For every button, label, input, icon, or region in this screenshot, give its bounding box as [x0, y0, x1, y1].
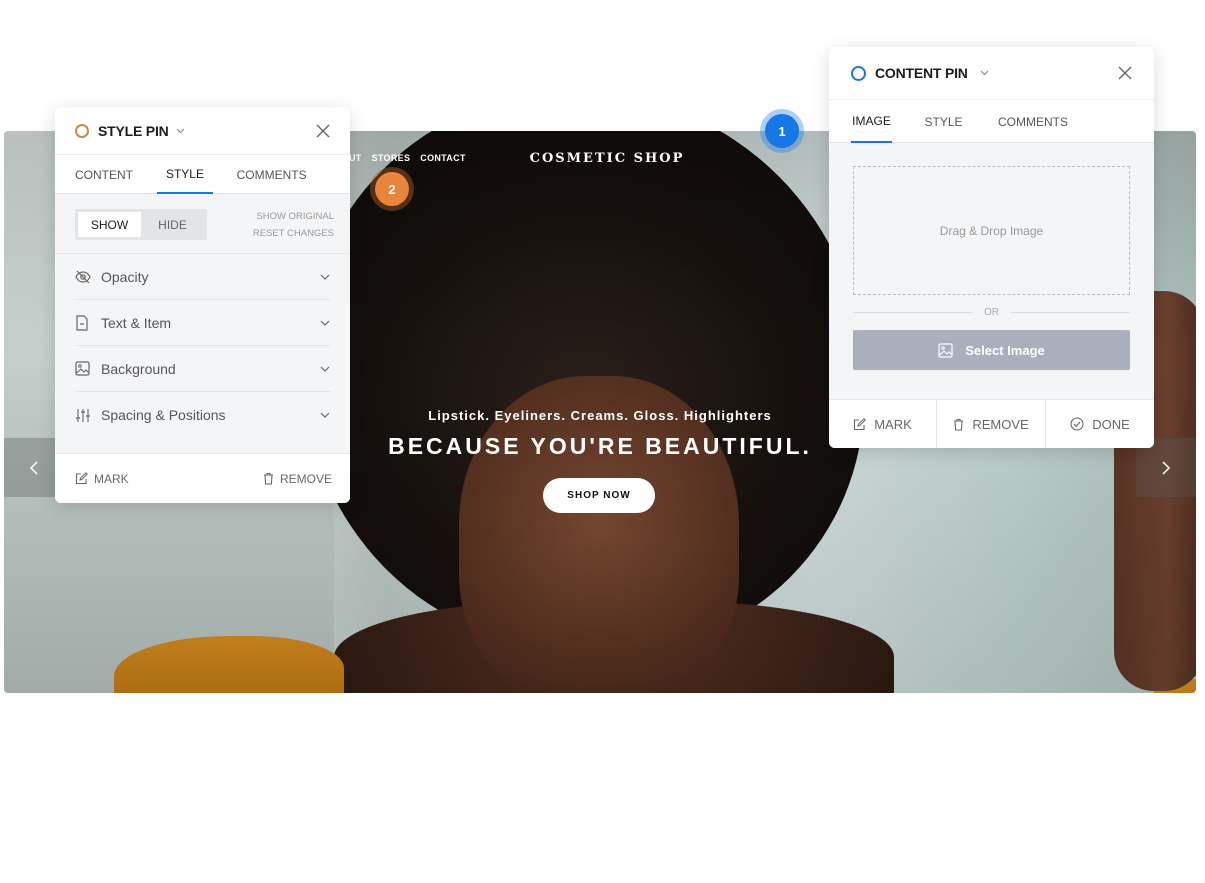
chevron-down-icon [320, 274, 330, 280]
trash-icon [954, 418, 964, 431]
image-icon [938, 342, 953, 358]
mark-button[interactable]: MARK [75, 472, 129, 486]
style-pin-footer: MARK REMOVE [55, 453, 350, 503]
style-pin-panel: STYLE PIN CONTENT STYLE COMMENTS SHOW HI… [55, 107, 350, 503]
chevron-down-icon [320, 366, 330, 372]
sliders-icon [75, 408, 93, 423]
show-original-link[interactable]: SHOW ORIGINAL [253, 208, 334, 225]
tab-image[interactable]: IMAGE [851, 100, 892, 143]
done-button[interactable]: DONE [1046, 400, 1154, 449]
content-pin-tabs: IMAGE STYLE COMMENTS [829, 100, 1154, 143]
show-option[interactable]: SHOW [78, 212, 141, 237]
style-pin-marker[interactable]: 2 [375, 172, 409, 206]
chevron-down-icon[interactable] [980, 70, 989, 76]
check-circle-icon [1070, 417, 1084, 431]
page: UT STORES CONTACT COSMETIC SHOP Lipstick… [0, 0, 1205, 883]
tab-content[interactable]: CONTENT [75, 155, 157, 194]
tab-comments[interactable]: COMMENTS [213, 155, 330, 194]
chevron-left-icon [29, 460, 38, 475]
tab-style[interactable]: STYLE [892, 100, 995, 143]
pin-type-icon [75, 123, 89, 138]
section-background[interactable]: Background [75, 346, 330, 392]
or-divider: OR [853, 307, 1130, 318]
section-spacing-positions[interactable]: Spacing & Positions [75, 392, 330, 438]
shop-now-button[interactable]: SHOP NOW [543, 478, 655, 513]
content-pin-header: CONTENT PIN [829, 47, 1154, 100]
close-icon[interactable] [1118, 66, 1132, 80]
content-pin-body: Drag & Drop Image OR Select Image [829, 143, 1154, 399]
style-sections: Opacity Text & Item Background Spacing &… [55, 254, 350, 438]
reset-changes-link[interactable]: RESET CHANGES [253, 225, 334, 242]
style-pin-header: STYLE PIN [55, 107, 350, 155]
close-icon[interactable] [316, 124, 330, 138]
style-pin-title[interactable]: STYLE PIN [98, 123, 169, 139]
image-dropzone[interactable]: Drag & Drop Image [853, 166, 1130, 295]
show-hide-toggle: SHOW HIDE [75, 209, 207, 240]
trash-icon [263, 472, 273, 485]
edit-icon [854, 417, 867, 430]
remove-button[interactable]: REMOVE [937, 399, 1046, 448]
edit-icon [75, 472, 88, 485]
section-label: Background [101, 360, 176, 377]
section-label: Text & Item [101, 314, 172, 331]
chevron-right-icon [1162, 460, 1171, 475]
remove-button[interactable]: REMOVE [263, 472, 332, 486]
eye-off-icon [75, 270, 93, 284]
pin-type-icon [851, 65, 866, 81]
style-pin-tabs: CONTENT STYLE COMMENTS [55, 155, 350, 194]
content-pin-footer: MARK REMOVE DONE [829, 399, 1154, 448]
content-pin-title[interactable]: CONTENT PIN [875, 65, 968, 81]
content-pin-marker[interactable]: 1 [765, 114, 799, 148]
content-pin-panel: CONTENT PIN IMAGE STYLE COMMENTS Drag & … [829, 47, 1154, 448]
mark-button[interactable]: MARK [829, 399, 937, 448]
section-label: Spacing & Positions [101, 407, 226, 423]
hide-option[interactable]: HIDE [141, 212, 204, 237]
select-image-button[interactable]: Select Image [853, 330, 1130, 370]
section-label: Opacity [101, 268, 149, 285]
section-text-item[interactable]: Text & Item [75, 300, 330, 346]
tab-style[interactable]: STYLE [156, 155, 214, 194]
image-icon [75, 361, 93, 376]
document-icon [75, 314, 93, 331]
chevron-down-icon[interactable] [176, 128, 185, 134]
style-pin-body: SHOW HIDE SHOW ORIGINAL RESET CHANGES Op… [55, 194, 350, 453]
tab-comments[interactable]: COMMENTS [995, 100, 1071, 143]
chevron-down-icon [320, 320, 330, 326]
section-opacity[interactable]: Opacity [75, 254, 330, 300]
site-logo[interactable]: COSMETIC SHOP [530, 151, 685, 166]
chevron-down-icon [320, 412, 330, 418]
